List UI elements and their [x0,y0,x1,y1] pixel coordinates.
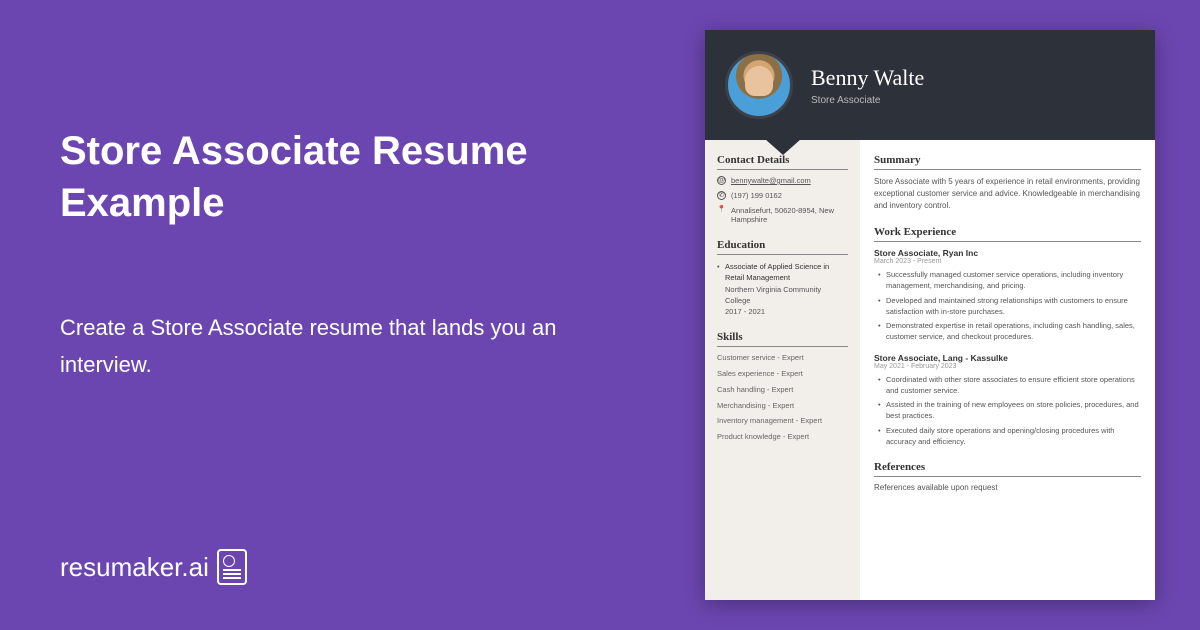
job-bullet: Developed and maintained strong relation… [886,295,1141,318]
job-dates: May 2021 - February 2023 [874,363,1141,370]
skill-item: Cash handling - Expert [717,385,848,395]
job-bullet: Successfully managed customer service op… [886,269,1141,292]
references-text: References available upon request [874,483,1141,492]
job-title: Store Associate, Ryan Inc [874,248,1141,258]
contact-section: Contact Details @ bennywalte@gmail.com ✆… [717,154,848,225]
summary-section: Summary Store Associate with 5 years of … [874,154,1141,212]
summary-heading: Summary [874,154,1141,170]
avatar [725,51,793,119]
resume-icon [217,549,247,585]
skill-item: Sales experience - Expert [717,369,848,379]
experience-section: Work Experience Store Associate, Ryan In… [874,226,1141,447]
skill-item: Merchandising - Expert [717,401,848,411]
job-bullets: Successfully managed customer service op… [874,269,1141,343]
education-heading: Education [717,239,848,255]
skill-item: Product knowledge - Expert [717,432,848,442]
job-bullet: Assisted in the training of new employee… [886,399,1141,422]
references-section: References References available upon req… [874,461,1141,492]
job-title: Store Associate, Lang - Kassulke [874,353,1141,363]
page-title: Store Associate Resume Example [60,125,580,229]
summary-text: Store Associate with 5 years of experien… [874,176,1141,212]
resume-name: Benny Walte [811,65,924,91]
contact-phone: ✆ (197) 199 0162 [717,191,848,201]
email-icon: @ [717,176,726,185]
job-bullet: Coordinated with other store associates … [886,374,1141,397]
job-bullet: Demonstrated expertise in retail operati… [886,320,1141,343]
job-dates: March 2023 - Present [874,258,1141,265]
job-item: Store Associate, Ryan Inc March 2023 - P… [874,248,1141,343]
skills-section: Skills Customer service - Expert Sales e… [717,331,848,442]
job-bullets: Coordinated with other store associates … [874,374,1141,448]
education-section: Education Associate of Applied Science i… [717,239,848,317]
brand-name: resumaker.ai [60,552,209,583]
job-bullet: Executed daily store operations and open… [886,425,1141,448]
skills-heading: Skills [717,331,848,347]
contact-email: @ bennywalte@gmail.com [717,176,848,186]
resume-role: Store Associate [811,95,924,106]
brand-logo: resumaker.ai [60,549,247,585]
resume-main: Summary Store Associate with 5 years of … [860,140,1155,600]
experience-heading: Work Experience [874,226,1141,242]
resume-name-block: Benny Walte Store Associate [811,65,924,106]
contact-address: 📍 Annalisefurt, 50620-8954, New Hampshir… [717,206,848,226]
job-item: Store Associate, Lang - Kassulke May 202… [874,353,1141,448]
location-icon: 📍 [717,206,726,215]
education-item: Associate of Applied Science in Retail M… [717,261,848,317]
contact-heading: Contact Details [717,154,848,170]
hero-content: Store Associate Resume Example Create a … [60,125,580,384]
references-heading: References [874,461,1141,477]
resume-sidebar: Contact Details @ bennywalte@gmail.com ✆… [705,140,860,600]
resume-body: Contact Details @ bennywalte@gmail.com ✆… [705,140,1155,600]
skill-item: Inventory management - Expert [717,416,848,426]
page-subtitle: Create a Store Associate resume that lan… [60,309,580,384]
resume-preview: Benny Walte Store Associate Contact Deta… [705,30,1155,600]
phone-icon: ✆ [717,191,726,200]
resume-header: Benny Walte Store Associate [705,30,1155,140]
skill-item: Customer service - Expert [717,353,848,363]
